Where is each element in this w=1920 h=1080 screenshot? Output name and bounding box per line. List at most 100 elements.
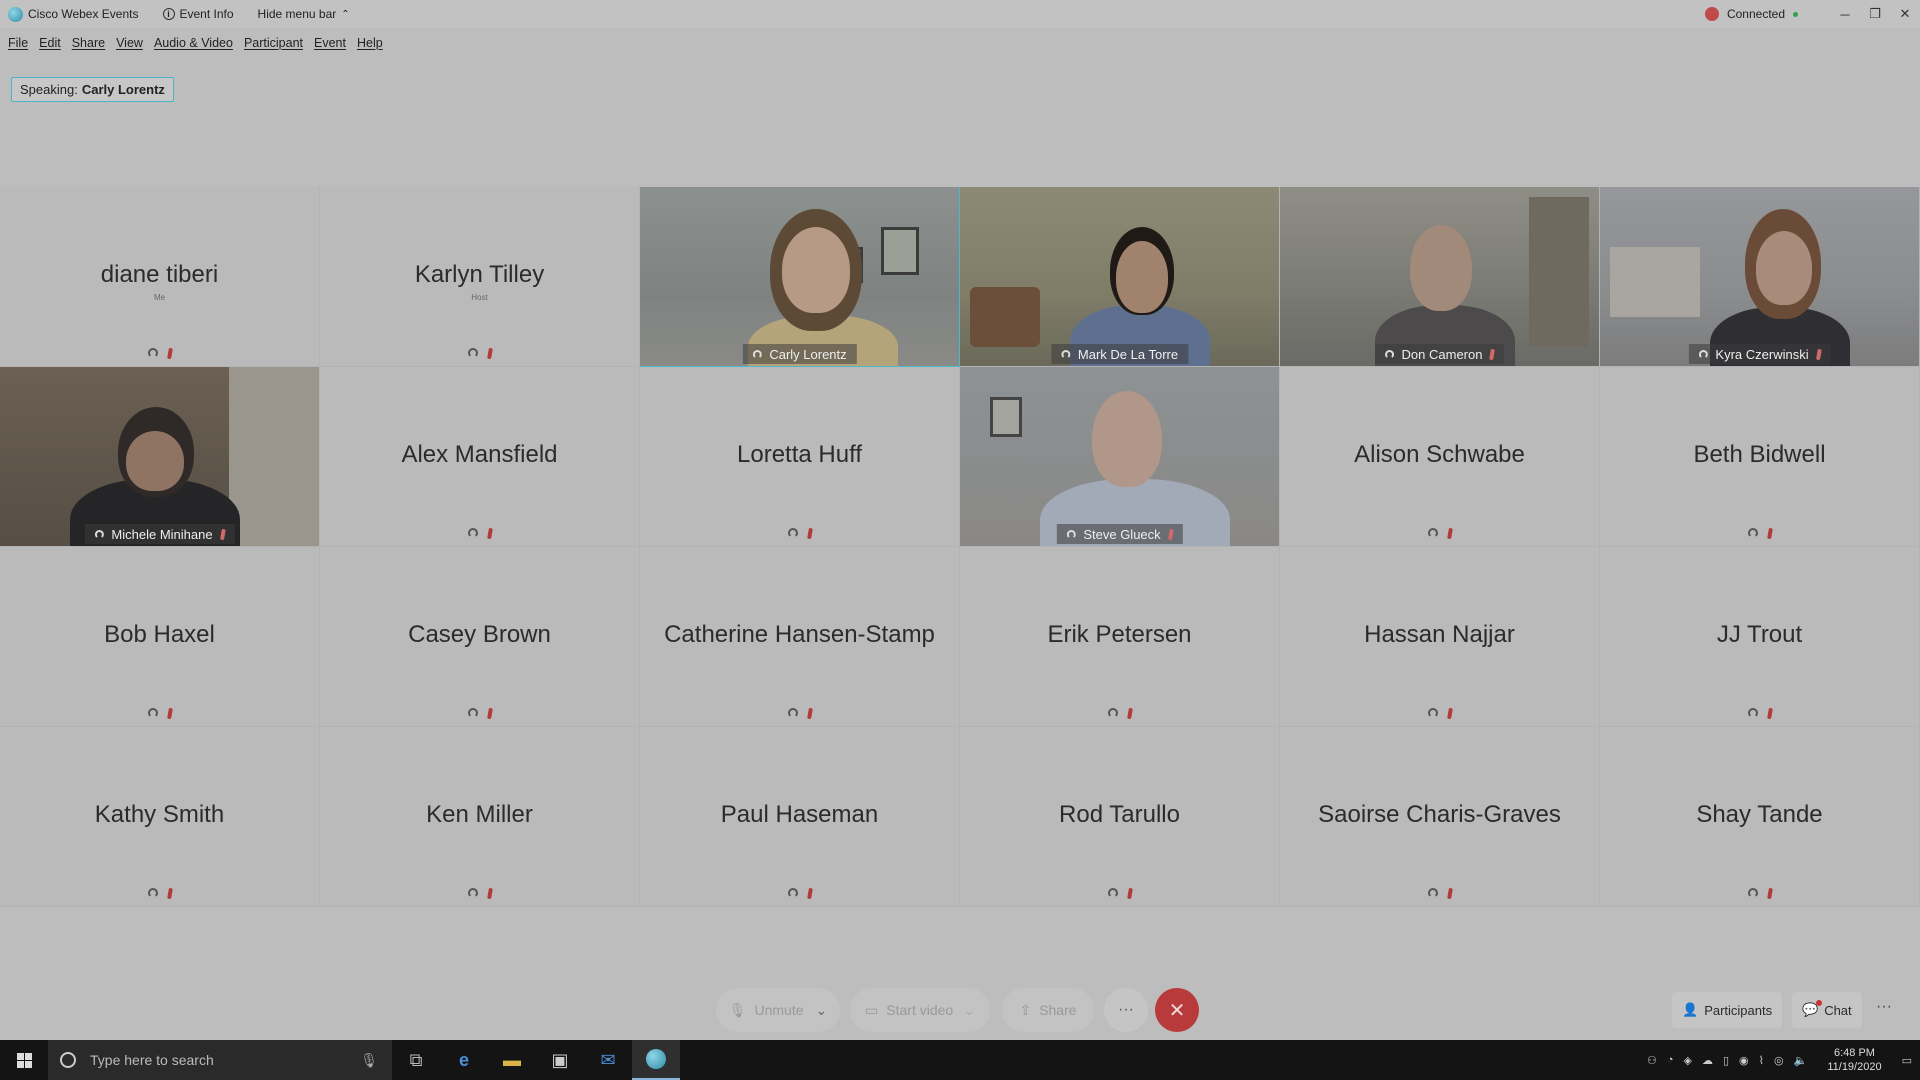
network-icon[interactable]: ⌇	[1759, 1054, 1764, 1067]
participant-tile[interactable]: Kathy Smith	[0, 727, 320, 907]
share-button[interactable]: ⇪ Share	[1002, 988, 1094, 1032]
start-button[interactable]	[0, 1040, 48, 1080]
hide-menu-label: Hide menu bar	[257, 7, 337, 21]
task-view-icon[interactable]: ⧉	[392, 1040, 440, 1080]
more-options-button[interactable]: ···	[1104, 988, 1148, 1032]
more-menu-icon[interactable]: ···	[1876, 998, 1892, 1016]
participant-tile[interactable]: Catherine Hansen-Stamp	[640, 547, 960, 727]
participant-name: Shay Tande	[1696, 801, 1823, 828]
unmute-button[interactable]: 🎙 Unmute ⌄	[716, 988, 840, 1032]
headset-icon	[147, 348, 158, 358]
participant-tile[interactable]: Loretta Huff	[640, 367, 960, 547]
participant-tile[interactable]: diane tiberi Me	[0, 187, 320, 367]
headset-icon	[467, 888, 478, 898]
participant-name: Beth Bidwell	[1693, 441, 1826, 468]
participant-tile[interactable]: Alison Schwabe	[1280, 367, 1600, 547]
chair	[970, 287, 1040, 347]
notifications-icon[interactable]: ▭	[1902, 1054, 1912, 1067]
participant-tile[interactable]: Beth Bidwell	[1600, 367, 1920, 547]
clock-time: 6:48 PM	[1833, 1047, 1875, 1059]
tray-icon[interactable]: ▯	[1723, 1054, 1729, 1067]
menu-view[interactable]: View	[116, 36, 143, 54]
tray-icon[interactable]: ◎	[1774, 1054, 1784, 1067]
participant-video-tile[interactable]: Kyra Czerwinski	[1600, 187, 1920, 367]
headset-icon	[1427, 708, 1438, 718]
participant-video-tile[interactable]: Don Cameron	[1280, 187, 1600, 367]
menu-event[interactable]: Event	[314, 36, 346, 54]
menu-edit[interactable]: Edit	[39, 36, 61, 54]
muted-mic-icon	[1489, 348, 1496, 360]
muted-mic-icon	[1446, 707, 1453, 720]
headset-icon	[1107, 708, 1118, 718]
participant-tile[interactable]: Hassan Najjar	[1280, 547, 1600, 727]
person-face	[1756, 231, 1812, 305]
menu-share[interactable]: Share	[72, 36, 105, 54]
participant-tile[interactable]: Alex Mansfield	[320, 367, 640, 547]
headset-icon	[1747, 888, 1758, 898]
participant-tile[interactable]: Bob Haxel	[0, 547, 320, 727]
participant-video-tile[interactable]: Mark De La Torre	[960, 187, 1280, 367]
microphone-icon[interactable]: 🎙	[360, 1052, 378, 1069]
menu-file[interactable]: File	[8, 36, 28, 54]
mail-icon[interactable]: ✉	[584, 1040, 632, 1080]
tray-icon[interactable]: ☁	[1702, 1054, 1713, 1067]
participants-button[interactable]: 👤 Participants	[1672, 992, 1783, 1028]
share-label: Share	[1039, 1002, 1077, 1018]
participant-tile[interactable]: Saoirse Charis-Graves	[1280, 727, 1600, 907]
participant-video-tile[interactable]: Michele Minihane	[0, 367, 320, 547]
participant-nametag: Carly Lorentz	[742, 344, 857, 364]
participants-label: Participants	[1704, 1002, 1773, 1018]
muted-mic-icon	[219, 528, 226, 540]
title-bar: Cisco Webex Events i Event Info Hide men…	[0, 0, 1920, 28]
participant-tile[interactable]: Shay Tande	[1600, 727, 1920, 907]
chat-button[interactable]: 💬 Chat	[1792, 992, 1862, 1028]
headset-icon	[1066, 529, 1076, 539]
search-placeholder: Type here to search	[90, 1052, 214, 1068]
store-icon[interactable]: ▣	[536, 1040, 584, 1080]
participant-tile[interactable]: Paul Haseman	[640, 727, 960, 907]
file-explorer-icon[interactable]: ▬	[488, 1040, 536, 1080]
start-video-label: Start video	[886, 1002, 954, 1018]
people-icon[interactable]: ⚇	[1647, 1054, 1657, 1067]
menu-audio-video[interactable]: Audio & Video	[154, 36, 233, 54]
taskbar-search[interactable]: Type here to search 🎙	[48, 1040, 392, 1080]
unmute-label: Unmute	[754, 1002, 804, 1018]
start-video-button[interactable]: ▭ Start video ⌄	[850, 988, 990, 1032]
participant-name: Bob Haxel	[104, 621, 215, 648]
participant-tile[interactable]: Ken Miller	[320, 727, 640, 907]
chevron-down-icon[interactable]: ⌄	[963, 1002, 975, 1019]
muted-mic-icon	[1126, 707, 1133, 720]
minimize-icon[interactable]: ─	[1830, 7, 1860, 22]
end-call-button[interactable]: ✕	[1155, 988, 1199, 1032]
participant-role: Me	[153, 293, 166, 302]
webex-logo-icon	[8, 6, 23, 22]
participant-video-tile[interactable]: Carly Lorentz	[640, 187, 960, 367]
participant-tile[interactable]: Rod Tarullo	[960, 727, 1280, 907]
event-info-button[interactable]: i Event Info	[162, 7, 234, 21]
participant-tile[interactable]: JJ Trout	[1600, 547, 1920, 727]
speaking-prefix: Speaking:	[20, 82, 78, 97]
participant-tile[interactable]: Erik Petersen	[960, 547, 1280, 727]
participant-video-tile[interactable]: Steve Glueck	[960, 367, 1280, 547]
edge-browser-icon[interactable]: e	[440, 1040, 488, 1080]
participant-name: JJ Trout	[1716, 621, 1803, 648]
hide-menu-bar-button[interactable]: Hide menu bar ⌃	[258, 7, 350, 21]
close-icon[interactable]: ✕	[1890, 6, 1920, 22]
participant-tile[interactable]: Casey Brown	[320, 547, 640, 727]
participant-nametag: Kyra Czerwinski	[1688, 344, 1831, 364]
tray-icon[interactable]: ◔	[1667, 1054, 1674, 1066]
tray-icon[interactable]: ◈	[1684, 1054, 1692, 1067]
windows-logo-icon	[16, 1052, 32, 1068]
volume-icon[interactable]: 🔈	[1794, 1054, 1808, 1067]
menu-help[interactable]: Help	[357, 36, 383, 54]
restore-icon[interactable]: ❐	[1860, 6, 1890, 22]
taskbar-clock[interactable]: 6:48 PM 11/19/2020	[1827, 1046, 1881, 1074]
person-face	[1410, 225, 1472, 311]
webex-taskbar-icon[interactable]	[632, 1040, 680, 1080]
menu-participant[interactable]: Participant	[244, 36, 303, 54]
chat-icon: 💬	[1802, 1000, 1822, 1018]
chevron-down-icon[interactable]: ⌄	[816, 1002, 828, 1019]
video-camera-icon: ▭	[865, 1001, 879, 1018]
tray-icon[interactable]: ◉	[1739, 1054, 1749, 1067]
participant-tile[interactable]: Karlyn Tilley Host	[320, 187, 640, 367]
